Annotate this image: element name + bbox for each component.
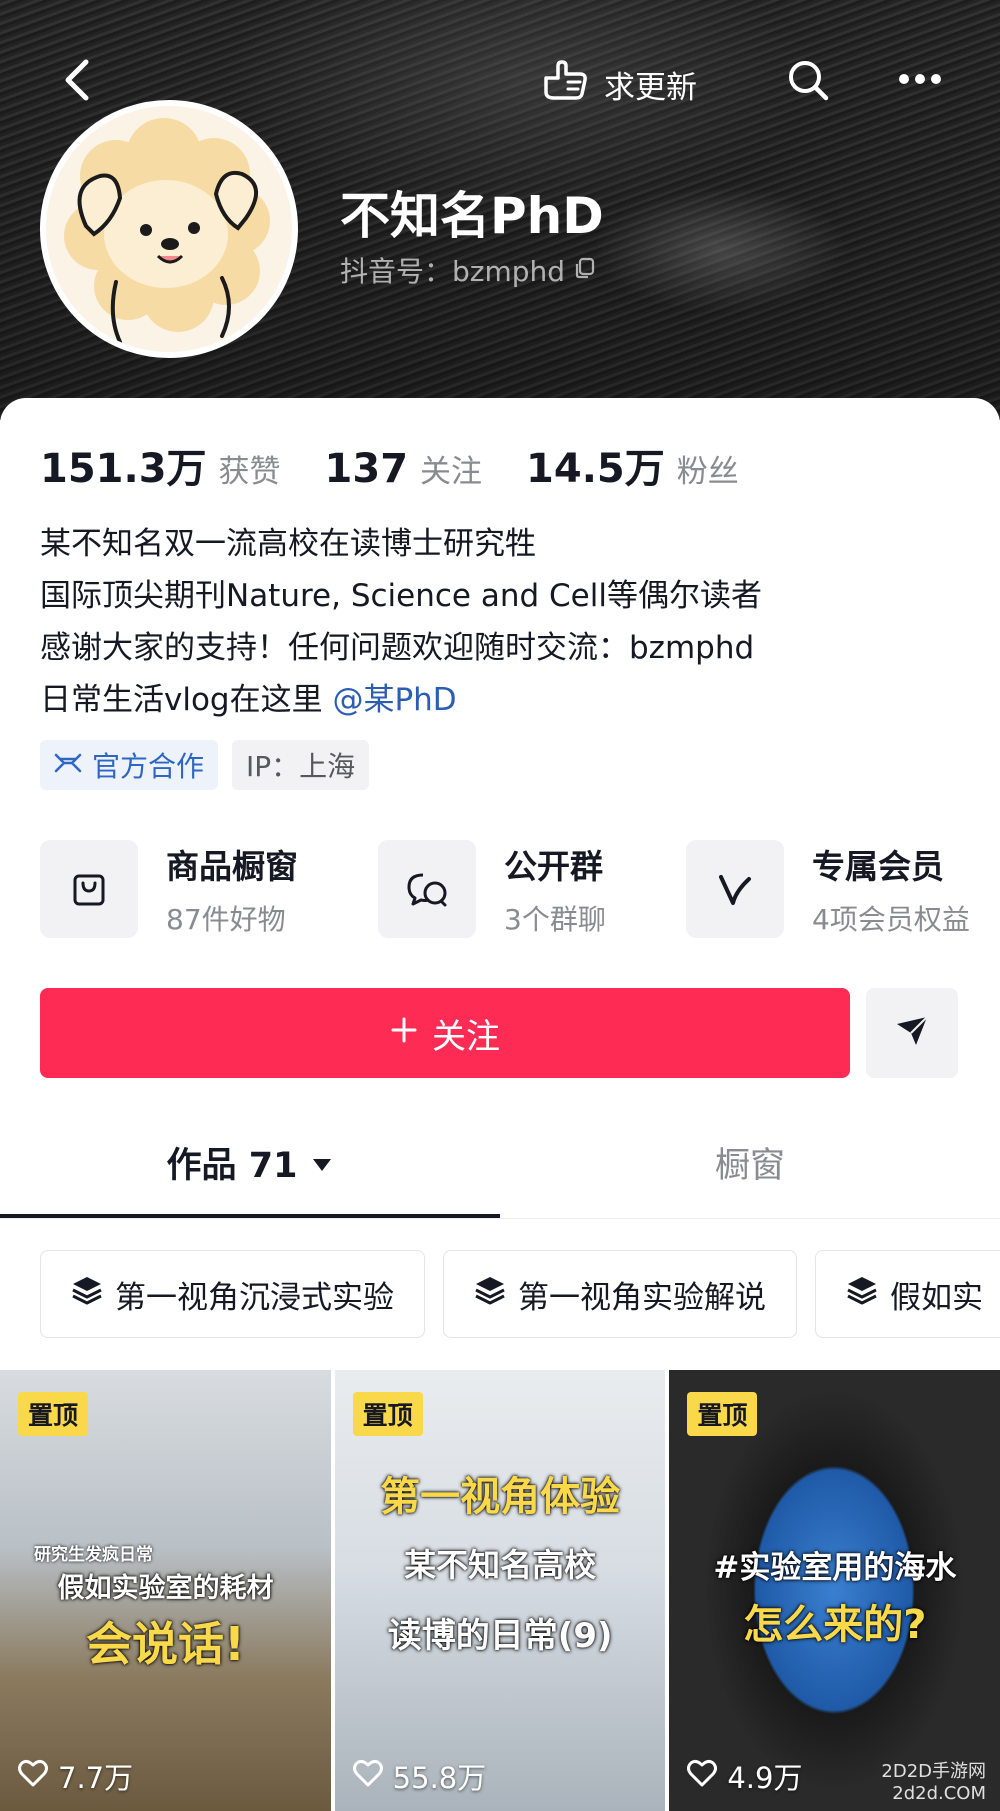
paper-plane-icon [894, 1014, 930, 1052]
follow-label: 关注 [432, 1016, 500, 1057]
copy-icon[interactable] [573, 254, 597, 287]
shop-window-sub: 87件好物 [166, 903, 286, 936]
followers-label[interactable]: 粉丝 [677, 446, 739, 491]
layers-icon [846, 1275, 878, 1313]
tab-works[interactable]: 作品 71 [0, 1106, 500, 1218]
video-thumbnail[interactable]: 置顶 研究生发疯日常 假如实验室的耗材 会说话! 7.7万 [0, 1370, 331, 1811]
video-thumbnail[interactable]: 置顶 #实验室用的海水 怎么来的? 4.9万 2D2D手游网 2d2d.COM [669, 1370, 1000, 1811]
like-count: 7.7万 [18, 1755, 133, 1797]
tab-works-label: 作品 71 [166, 1145, 298, 1186]
layers-icon [71, 1275, 103, 1313]
request-update-button[interactable]: 求更新 [540, 58, 697, 110]
pinned-badge: 置顶 [18, 1392, 89, 1436]
public-group-title: 公开群 [504, 847, 603, 886]
video-grid: 置顶 研究生发疯日常 假如实验室的耗材 会说话! 7.7万 置顶 第一视角体验 … [0, 1370, 1000, 1811]
send-message-button[interactable] [866, 988, 958, 1078]
douyin-id-text: 抖音号：bzmphd [340, 255, 566, 288]
like-count-text: 55.8万 [392, 1761, 487, 1795]
watermark: 2D2D手游网 2d2d.COM [881, 1761, 986, 1805]
like-count-text: 4.9万 [727, 1761, 803, 1795]
profile-name: 不知名PhD [340, 187, 604, 245]
public-group-sub: 3个群聊 [504, 903, 606, 936]
followers-count[interactable]: 14.5万 [526, 436, 665, 494]
watermark-line: 2D2D手游网 [881, 1761, 987, 1782]
profile-tags: 官方合作 IP：上海 [40, 740, 370, 790]
membership-entry[interactable]: 专属会员 4项会员权益 [686, 840, 970, 938]
tab-window[interactable]: 橱窗 [500, 1106, 1000, 1218]
collection-chip-label: 假如实 [890, 1279, 983, 1316]
likes-count: 151.3万 [40, 446, 207, 492]
video-caption: 第一视角体验 [380, 1474, 621, 1520]
caret-down-icon [311, 1142, 333, 1182]
bio-line-text: 日常生活vlog在这里 [40, 682, 323, 718]
bio-line: 国际顶尖期刊Nature, Science and Cell等偶尔读者 [40, 578, 762, 614]
bio-mention-link[interactable]: @某PhD [332, 682, 456, 718]
shop-window-entry[interactable]: 商品橱窗 87件好物 [40, 840, 298, 938]
vip-v-icon [686, 840, 784, 938]
watermark-line: 2d2d.COM [892, 1783, 987, 1804]
collection-chip-label: 第一视角沉浸式实验 [115, 1279, 394, 1316]
chat-bubbles-icon [378, 840, 476, 938]
follow-button[interactable]: 关注 [40, 988, 850, 1078]
request-update-label: 求更新 [604, 69, 697, 106]
avatar[interactable] [40, 100, 298, 358]
collections-row: 第一视角沉浸式实验 第一视角实验解说 假如实 [40, 1250, 1000, 1340]
likes-label: 获赞 [218, 454, 281, 490]
search-icon[interactable] [786, 58, 830, 102]
back-icon[interactable] [58, 58, 98, 102]
official-partner-label: 官方合作 [92, 750, 205, 783]
pinned-badge: 置顶 [352, 1392, 423, 1436]
heart-icon [687, 1759, 718, 1794]
layers-icon [474, 1275, 506, 1313]
video-caption: 某不知名高校 [404, 1546, 597, 1584]
pointing-hand-icon [540, 58, 590, 110]
heart-icon [352, 1759, 383, 1794]
shopping-bag-icon [40, 840, 138, 938]
more-icon[interactable] [896, 64, 944, 94]
video-caption: #实验室用的海水 [713, 1550, 957, 1586]
stats-row: 151.3万 获赞 137 关注 14.5万 粉丝 [40, 436, 783, 494]
video-thumbnail[interactable]: 置顶 第一视角体验 某不知名高校 读博的日常(9) 55.8万 [334, 1370, 666, 1811]
video-caption: 怎么来的? [743, 1602, 927, 1648]
handshake-icon [54, 749, 82, 782]
membership-sub: 4项会员权益 [812, 903, 970, 936]
video-caption: 假如实验室的耗材 [57, 1573, 274, 1604]
bio: 某不知名双一流高校在读博士研究牲 国际顶尖期刊Nature, Science a… [40, 518, 762, 726]
pinned-badge: 置顶 [687, 1392, 758, 1436]
bio-line: 日常生活vlog在这里 @某PhD [40, 674, 762, 726]
heart-icon [18, 1759, 48, 1794]
like-count-text: 7.7万 [58, 1761, 134, 1795]
public-group-entry[interactable]: 公开群 3个群聊 [378, 840, 606, 938]
profile-sheet: 151.3万 获赞 137 关注 14.5万 粉丝 某不知名双一流高校在读博士研… [0, 398, 1000, 1811]
video-caption: 会说话! [86, 1617, 245, 1671]
collection-chip-label: 第一视角实验解说 [518, 1279, 766, 1316]
like-count: 4.9万 [687, 1755, 802, 1797]
tab-divider [0, 1218, 1000, 1219]
content-tabs: 作品 71 橱窗 [0, 1106, 1000, 1218]
collection-chip[interactable]: 假如实 [815, 1250, 1000, 1338]
douyin-id: 抖音号：bzmphd [340, 250, 597, 290]
membership-title: 专属会员 [812, 847, 944, 886]
official-partner-tag[interactable]: 官方合作 [40, 740, 219, 790]
ip-location-tag: IP：上海 [232, 740, 370, 790]
collection-chip[interactable]: 第一视角实验解说 [443, 1250, 797, 1338]
services-row: 商品橱窗 87件好物 公开群 3个群聊 专属会员 4项会员权益 [40, 840, 970, 940]
video-caption: 读博的日常(9) [387, 1616, 613, 1656]
following-label[interactable]: 关注 [420, 446, 482, 491]
video-caption: 研究生发疯日常 [34, 1545, 153, 1565]
like-count: 55.8万 [352, 1755, 487, 1797]
collection-chip[interactable]: 第一视角沉浸式实验 [40, 1250, 425, 1338]
shop-window-title: 商品橱窗 [166, 847, 298, 886]
bio-line: 感谢大家的支持！任何问题欢迎随时交流：bzmphd [40, 630, 755, 666]
bio-line: 某不知名双一流高校在读博士研究牲 [40, 526, 536, 562]
following-count[interactable]: 137 [325, 446, 409, 492]
plus-icon [390, 1013, 418, 1053]
